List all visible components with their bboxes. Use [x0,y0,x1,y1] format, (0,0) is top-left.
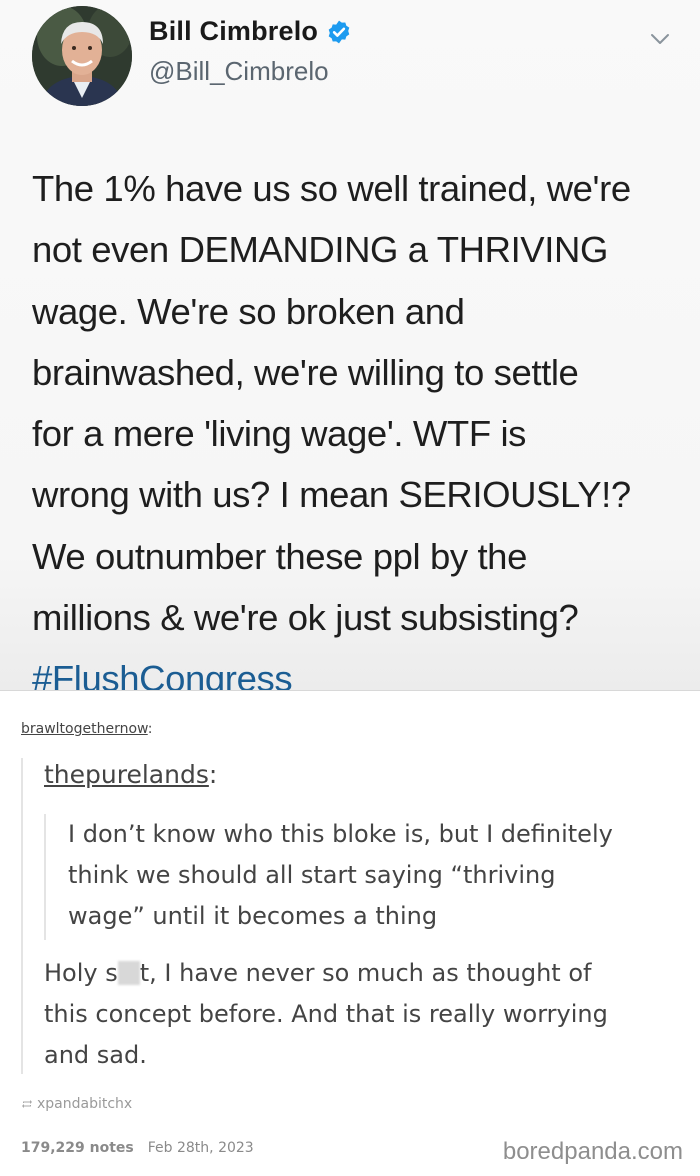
reblog-source[interactable]: xpandabitchx [21,1096,132,1112]
display-name[interactable]: Bill Cimbrelo [149,16,352,47]
reblog-user-colon: : [147,721,153,737]
hashtag-link[interactable]: #FlushCongress [32,648,682,690]
reblog-icon [22,1100,32,1108]
tweet-line: not even DEMANDING a THRIVING [32,229,608,271]
notes-count[interactable]: 179,229 notes [21,1140,134,1156]
quote-line: I don’t know who this bloke is, but I de… [68,820,613,848]
tweet-line: wrong with us? I mean SERIOUSLY!? [32,474,631,516]
quoted-user-link[interactable]: thepurelands [44,760,209,789]
reply-line: and sad. [44,1041,147,1069]
source-user: xpandabitchx [37,1096,133,1112]
reply-line: Holy s t, I have never so much as thought… [44,953,674,994]
tweet-line: for a mere 'living wage'. WTF is [32,413,527,455]
tweet-screenshot: Bill Cimbrelo @Bill_Cimbrelo The 1% have… [0,0,700,691]
avatar-photo [32,6,132,106]
reblog-user-link[interactable]: brawltogethernow [21,721,148,737]
chevron-down-icon[interactable] [647,26,673,52]
tweet-line: brainwashed, we're willing to settle [32,351,579,393]
tweet-line: We outnumber these ppl by the [32,535,527,577]
reply-text: Holy s t, I have never so much as thought… [44,953,674,1076]
reply-text-before-censor: Holy s [44,959,118,987]
quoted-user: thepurelands: [44,760,217,789]
post-footer: 179,229 notes Feb 28th, 2023 [21,1140,254,1156]
tweet-line: millions & we're ok just subsisting? [32,597,579,639]
post-date[interactable]: Feb 28th, 2023 [148,1140,254,1156]
quote-text: I don’t know who this bloke is, but I de… [68,814,668,937]
quote-line: wage” until it becomes a thing [68,902,438,930]
tweet-text: The 1% have us so well trained, we're no… [32,158,682,690]
display-name-text: Bill Cimbrelo [149,16,319,46]
avatar[interactable] [32,6,132,106]
verified-badge-icon [328,20,350,43]
watermark: boredpanda.com [502,1138,683,1165]
reblog-user: brawltogethernow: [21,721,152,737]
quote-line: think we should all start saying “thrivi… [68,861,556,889]
tweet-line: wage. We're so broken and [32,290,465,332]
handle[interactable]: @Bill_Cimbrelo [149,56,329,87]
blockquote: I don’t know who this bloke is, but I de… [44,814,666,940]
reply-line: this concept before. And that is really … [44,1000,608,1028]
censor-blur [117,961,140,985]
reply-text-after-censor: t, I have never so much as thought of [139,959,592,987]
reblog-thread: thepurelands: I don’t know who this blok… [21,758,683,1074]
tweet-line: The 1% have us so well trained, we're [32,168,631,209]
quoted-user-colon: : [208,760,218,789]
